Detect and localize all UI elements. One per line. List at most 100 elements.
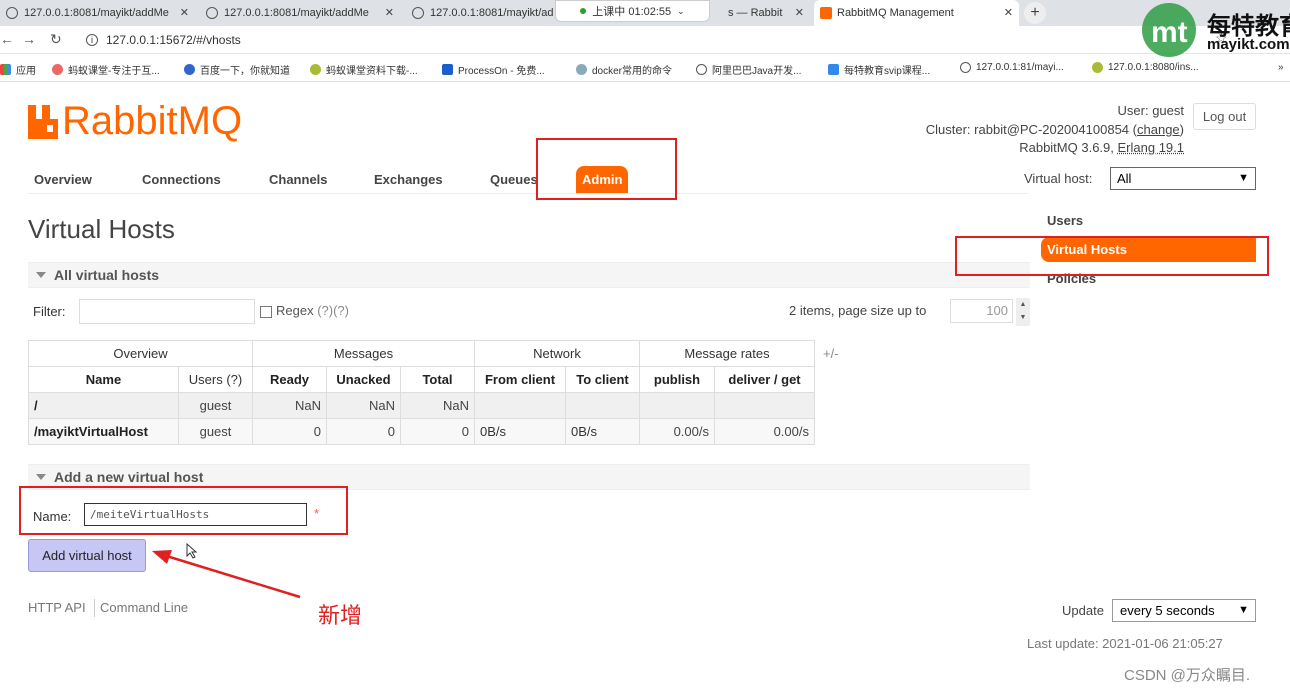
rabbitmq-logo-icon <box>28 105 58 139</box>
page-size-input[interactable]: 100 <box>950 299 1013 323</box>
change-cluster-link[interactable]: change <box>1137 122 1180 137</box>
tab-connections[interactable]: Connections <box>136 166 227 194</box>
bookmark-item[interactable]: ProcessOn - 免费... <box>442 62 545 77</box>
annotation-arrow-icon <box>152 550 301 599</box>
bookmark-item[interactable]: 阿里巴巴Java开发... <box>696 62 801 77</box>
collapse-triangle-icon <box>36 272 46 278</box>
column-header[interactable]: To client <box>565 366 640 393</box>
bookmarks-bar: 应用 蚂蚁课堂-专注于互... 百度一下，你就知道 蚂蚁课堂资料下载-... P… <box>0 56 1290 82</box>
vhost-name-link[interactable]: / <box>28 392 179 419</box>
tab-queues[interactable]: Queues <box>484 166 544 194</box>
bookmark-item[interactable]: 蚂蚁课堂资料下载-... <box>310 62 418 77</box>
column-header[interactable]: Ready <box>252 366 327 393</box>
bookmark-apps[interactable]: 应用 <box>0 62 36 77</box>
column-header[interactable]: deliver / get <box>714 366 815 393</box>
browser-tab-bar: 127.0.0.1:8081/mayikt/addMe ✕ 127.0.0.1:8… <box>0 0 1290 26</box>
column-header[interactable]: Users (?) <box>178 366 253 393</box>
column-toggle-link[interactable]: +/- <box>823 346 839 361</box>
collapse-triangle-icon <box>36 474 46 480</box>
annotation-label: 新增 <box>318 603 363 628</box>
tab-exchanges[interactable]: Exchanges <box>368 166 449 194</box>
tab-channels[interactable]: Channels <box>263 166 334 194</box>
group-header: Network <box>474 340 640 367</box>
bookmark-item[interactable]: 127.0.0.1:8080/ins... <box>1092 62 1199 73</box>
bookmark-icon <box>52 64 63 75</box>
highlight-virtual-hosts-box <box>955 236 1269 276</box>
close-icon[interactable]: ✕ <box>1004 6 1013 19</box>
user-name: guest <box>1152 103 1184 118</box>
reload-icon[interactable]: ↻ <box>50 31 62 48</box>
close-icon[interactable]: ✕ <box>385 6 394 19</box>
filter-input[interactable] <box>79 299 255 324</box>
group-header: Message rates <box>639 340 815 367</box>
erlang-version: Erlang 19.1 <box>1117 140 1185 155</box>
watermark-subtitle: mayikt.com <box>1207 36 1290 53</box>
footer-divider <box>94 599 95 617</box>
table-row: /mayiktVirtualHost guest 0 0 0 0B/s 0B/s… <box>28 418 815 445</box>
browser-tab[interactable]: 127.0.0.1:8081/mayikt/addMe ✕ <box>200 0 400 26</box>
recording-indicator[interactable]: 上课中 01:02:55 ⌄ <box>555 0 710 22</box>
browser-tab[interactable]: 127.0.0.1:8081/mayikt/ad <box>406 0 556 26</box>
bookmark-item[interactable]: 蚂蚁课堂-专注于互... <box>52 62 160 77</box>
close-icon[interactable]: ✕ <box>795 6 804 19</box>
rabbitmq-logo[interactable]: RabbitMQ <box>28 101 242 141</box>
recording-dot-icon <box>580 8 587 14</box>
page-size-stepper[interactable]: ▲ ▼ <box>1016 298 1030 326</box>
logo-text: RabbitMQ <box>62 99 243 143</box>
info-icon: i <box>86 34 98 46</box>
close-icon[interactable]: ✕ <box>180 6 189 19</box>
column-header[interactable]: publish <box>639 366 715 393</box>
column-header[interactable]: Name <box>28 366 179 393</box>
column-header[interactable]: Total <box>400 366 475 393</box>
cluster-name: rabbit@PC-202004100854 <box>974 122 1130 137</box>
vhost-name-link[interactable]: /mayiktVirtualHost <box>28 418 179 445</box>
update-interval-select[interactable]: every 5 seconds ▼ <box>1112 599 1256 622</box>
new-tab-button[interactable]: + <box>1024 2 1046 24</box>
bookmarks-overflow-icon[interactable]: » <box>1278 62 1284 73</box>
all-vhosts-section-header[interactable]: All virtual hosts <box>28 262 1030 288</box>
browser-tab-active[interactable]: RabbitMQ Management ✕ <box>814 0 1019 26</box>
back-icon[interactable]: ← <box>0 31 14 47</box>
tab-overview[interactable]: Overview <box>28 166 98 194</box>
logout-button[interactable]: Log out <box>1193 103 1256 130</box>
mouse-cursor-icon <box>186 543 198 559</box>
csdn-watermark: CSDN @万众瞩目. <box>1124 667 1251 684</box>
group-header: Messages <box>252 340 475 367</box>
user-info: User: guest <box>1117 103 1185 118</box>
mt-logo-icon: mt <box>1142 3 1196 57</box>
highlight-admin-box <box>536 138 677 200</box>
url-input[interactable]: i 127.0.0.1:15672/#/vhosts <box>78 29 1208 51</box>
regex-checkbox[interactable] <box>260 306 272 318</box>
main-nav: Overview Connections Channels Exchanges … <box>28 166 1028 194</box>
filter-label: Filter: <box>33 304 66 319</box>
globe-icon <box>412 7 424 19</box>
bookmark-item[interactable]: 127.0.0.1:81/mayi... <box>960 62 1064 73</box>
apps-grid-icon <box>0 64 11 75</box>
virtual-host-select[interactable]: All ▼ <box>1110 167 1256 190</box>
column-header[interactable]: Unacked <box>326 366 401 393</box>
regex-help-link[interactable]: (?)(?) <box>317 303 349 318</box>
table-row: / guest NaN NaN NaN <box>28 392 815 419</box>
browser-tab[interactable]: 127.0.0.1:8081/mayikt/addMe ✕ <box>0 0 195 26</box>
bookmark-item[interactable]: docker常用的命令 <box>576 62 672 77</box>
bookmark-item[interactable]: 百度一下，你就知道 <box>184 62 290 77</box>
group-header: Overview <box>28 340 253 367</box>
version-info: RabbitMQ 3.6.9, Erlang 19.1 <box>1019 140 1184 155</box>
bookmark-item[interactable]: 每特教育svip课程... <box>828 62 930 77</box>
add-virtual-host-button[interactable]: Add virtual host <box>28 539 146 572</box>
sidebar-item-users[interactable]: Users <box>1041 213 1083 228</box>
highlight-name-input-box <box>19 486 348 535</box>
document-icon <box>828 64 839 75</box>
processon-icon <box>442 64 453 75</box>
column-header[interactable]: From client <box>474 366 566 393</box>
forward-icon[interactable]: → <box>22 31 36 47</box>
watermark-logo: mt 每特教育 mayikt.com <box>1135 2 1290 60</box>
http-api-link[interactable]: HTTP API <box>28 600 86 615</box>
svg-text:mt: mt <box>1151 16 1188 49</box>
browser-tab[interactable]: s — Rabbit ✕ <box>722 0 810 26</box>
globe-icon <box>6 7 18 19</box>
items-count-label: 2 items, page size up to <box>789 303 927 318</box>
chevron-down-icon: ⌄ <box>677 5 685 16</box>
rabbitmq-favicon-icon <box>820 7 832 19</box>
globe-icon <box>696 64 707 75</box>
